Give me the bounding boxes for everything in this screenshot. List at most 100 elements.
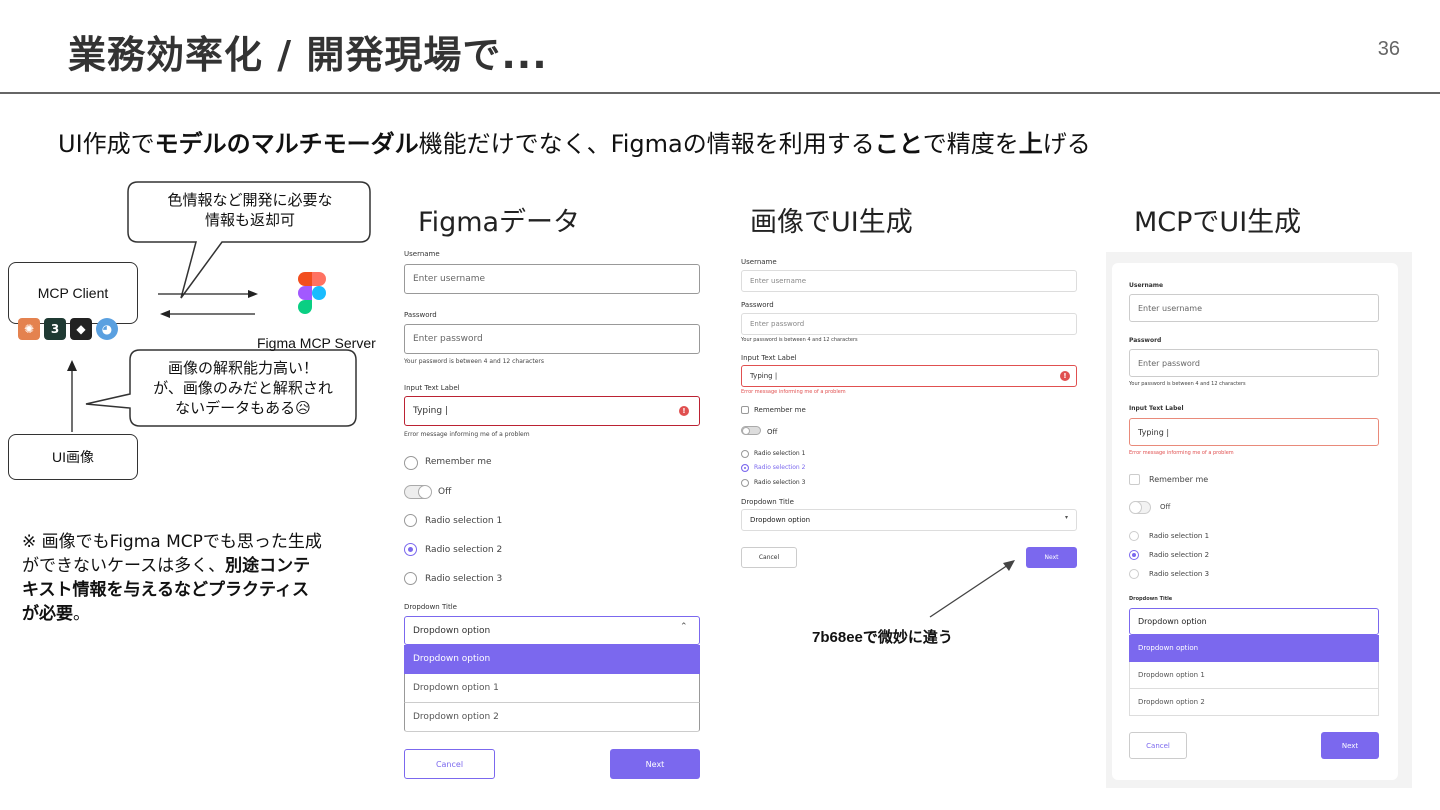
diff-arrow [929, 560, 1015, 618]
radio-3-label: Radio selection 3 [754, 479, 806, 486]
dropdown-select[interactable]: Dropdown option [1129, 608, 1379, 635]
figma-form: Username Enter username Password Enter p… [404, 250, 700, 790]
cube-icon: ◆ [70, 318, 92, 340]
remember-label: Remember me [1149, 475, 1209, 484]
subtitle-part: で精度を [922, 130, 1019, 158]
radio-3[interactable] [404, 572, 417, 585]
radio-2[interactable] [404, 543, 417, 556]
password-input[interactable]: Enter password [741, 313, 1077, 335]
typing-input[interactable]: Typing | [741, 365, 1077, 387]
slide-title: 業務効率化 / 開発現場で... [68, 33, 548, 77]
ui-image-box: UI画像 [8, 434, 138, 480]
radio-3[interactable] [1129, 569, 1139, 579]
dropdown-option[interactable]: Dropdown option [404, 645, 700, 674]
input-text-label: Input Text Label [404, 384, 460, 392]
copilot-icon: ◕ [96, 318, 118, 340]
mcp-client-label: MCP Client [37, 285, 109, 301]
slide-subtitle: UI作成でモデルのマルチモーダル機能だけでなく、Figmaの情報を利用することで… [58, 124, 1091, 159]
password-hint: Your password is between 4 and 12 charac… [404, 358, 544, 365]
radio-1[interactable] [404, 514, 417, 527]
remember-label: Remember me [754, 406, 806, 414]
password-hint: Your password is between 4 and 12 charac… [1129, 381, 1246, 387]
username-input[interactable]: Enter username [1129, 294, 1379, 322]
radio-2-label: Radio selection 2 [754, 464, 806, 471]
dropdown-option[interactable]: Dropdown option 2 [404, 703, 700, 732]
subtitle-part: モデルのマルチモーダル [154, 130, 419, 158]
radio-1[interactable] [1129, 531, 1139, 541]
toggle-knob [418, 485, 432, 499]
password-label: Password [741, 301, 774, 309]
dropdown-select[interactable]: Dropdown option [741, 509, 1077, 531]
radio-2[interactable] [741, 464, 749, 472]
remember-checkbox[interactable] [404, 456, 418, 470]
cancel-button[interactable]: Cancel [1129, 732, 1187, 759]
bubble-top-line: 色情報など開発に必要な [167, 191, 333, 209]
page-number: 36 [1377, 38, 1400, 60]
radio-2-label: Radio selection 2 [425, 545, 503, 555]
radio-2-dot [1132, 553, 1136, 557]
remember-label: Remember me [425, 457, 492, 467]
diff-label: 7b68eeで微妙に違う [812, 629, 953, 646]
next-button[interactable]: Next [1026, 547, 1077, 568]
typing-input[interactable]: Typing | [1129, 418, 1379, 446]
password-input[interactable]: Enter password [1129, 349, 1379, 377]
dropdown-option[interactable]: Dropdown option 2 [1129, 689, 1379, 716]
dropdown-option[interactable]: Dropdown option 1 [1129, 662, 1379, 689]
next-button[interactable]: Next [610, 749, 700, 779]
radio-1-label: Radio selection 1 [425, 516, 503, 526]
radio-2-dot [408, 547, 413, 552]
remember-checkbox[interactable] [741, 406, 749, 414]
username-input[interactable]: Enter username [741, 270, 1077, 292]
subtitle-part: 機能だけでなく、Figmaの情報を利用する [418, 130, 875, 158]
radio-1-label: Radio selection 1 [754, 450, 806, 457]
password-input[interactable]: Enter password [404, 324, 700, 354]
subtitle-part: UI作成で [58, 130, 155, 158]
toggle-label: Off [438, 487, 452, 497]
bubble-mid-line: ないデータもある😥 [175, 399, 311, 417]
mcp-client-box: MCP Client [8, 262, 138, 324]
remember-checkbox[interactable] [1129, 474, 1140, 485]
username-label: Username [404, 250, 440, 258]
column-heading-image: 画像でUI生成 [750, 207, 913, 238]
cancel-button[interactable]: Cancel [741, 547, 797, 568]
dropdown-title: Dropdown Title [404, 603, 457, 611]
typing-input[interactable]: Typing | [404, 396, 700, 426]
cancel-button[interactable]: Cancel [404, 749, 495, 779]
toggle-knob [1129, 501, 1142, 514]
radio-2[interactable] [1129, 550, 1139, 560]
ui-image-label: UI画像 [52, 449, 94, 465]
subtitle-part: 上 [1018, 130, 1043, 158]
dropdown-option[interactable]: Dropdown option [1129, 635, 1379, 662]
username-input[interactable]: Enter username [404, 264, 700, 294]
bubble-top: 色情報など開発に必要な 情報も返却可 [130, 190, 370, 230]
radio-3-label: Radio selection 3 [425, 574, 503, 584]
column-heading-figma: Figmaデータ [418, 207, 581, 238]
bubble-top-line: 情報も返却可 [204, 211, 295, 229]
password-label: Password [404, 311, 437, 319]
password-label: Password [1129, 337, 1162, 344]
radio-2-label: Radio selection 2 [1149, 551, 1210, 559]
radio-3-label: Radio selection 3 [1149, 570, 1210, 578]
radio-3[interactable] [741, 479, 749, 487]
radio-1[interactable] [741, 450, 749, 458]
error-message: Error message informing me of a problem [404, 431, 530, 438]
next-button[interactable]: Next [1321, 732, 1379, 759]
figma-server-label: Figma MCP Server [257, 335, 376, 351]
note: ※ 画像でもFigma MCPでも思った生成ができないケースは多く、別途コンテキ… [22, 530, 322, 626]
chevron-up-icon: ⌃ [680, 622, 688, 632]
error-icon: ! [679, 406, 689, 416]
input-text-label: Input Text Label [1129, 405, 1184, 412]
dropdown-title: Dropdown Title [1129, 596, 1173, 602]
image-form: Username Enter username Password Enter p… [741, 256, 1077, 576]
dropdown-select[interactable]: Dropdown option [404, 616, 700, 645]
input-text-label: Input Text Label [741, 354, 797, 362]
subtitle-part: こと [874, 130, 923, 158]
password-hint: Your password is between 4 and 12 charac… [741, 337, 858, 343]
username-label: Username [741, 258, 777, 266]
error-message: Error message informing me of a problem [1129, 450, 1234, 456]
mcp-form: Username Enter username Password Enter p… [1129, 282, 1379, 762]
dropdown-title: Dropdown Title [741, 498, 794, 506]
toggle-label: Off [1160, 503, 1171, 511]
dropdown-option[interactable]: Dropdown option 1 [404, 674, 700, 703]
subtitle-part: げる [1042, 130, 1091, 158]
